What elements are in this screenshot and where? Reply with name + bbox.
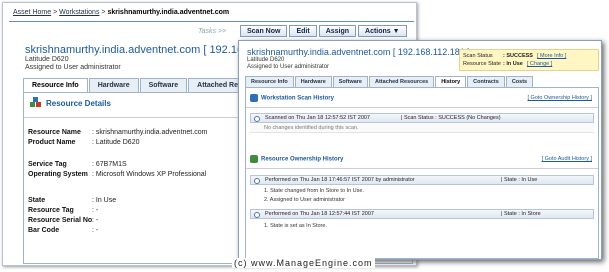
tab-hardware[interactable]: Hardware bbox=[294, 76, 332, 87]
entry-item: 1. State changed from In Store to In Use… bbox=[264, 188, 364, 194]
tab-software[interactable]: Software bbox=[139, 78, 188, 92]
expand-circle-icon[interactable] bbox=[254, 115, 260, 122]
field-value: : Microsoft Windows XP Professional bbox=[92, 171, 207, 178]
page-title: skrishnamurthy.india.adventnet.com [ 192… bbox=[247, 47, 470, 57]
action-toolbar: Scan Now Edit Assign Actions ▼ bbox=[240, 25, 407, 37]
expand-circle-icon[interactable] bbox=[254, 177, 260, 184]
breadcrumb: Asset Home > Workstations > skrishnamurt… bbox=[13, 9, 229, 16]
edit-button[interactable]: Edit bbox=[289, 25, 317, 37]
page-title: skrishnamurthy.india.adventnet.com [ 192… bbox=[25, 44, 259, 56]
entry-performed: Performed on Thu Jan 18 12:57:44 IST 200… bbox=[265, 211, 374, 217]
resource-state-value: : In Use bbox=[503, 61, 523, 67]
ownership-icon bbox=[250, 155, 258, 163]
tab-software[interactable]: Software bbox=[332, 76, 368, 87]
resource-cubes-icon bbox=[30, 97, 41, 107]
tab-hardware[interactable]: Hardware bbox=[88, 78, 139, 92]
history-window: skrishnamurthy.india.adventnet.com [ 192… bbox=[238, 40, 602, 260]
ownership-entry-row[interactable]: Performed on Thu Jan 18 17:46:57 IST 200… bbox=[250, 175, 594, 185]
field-label: Operating System bbox=[28, 171, 88, 178]
scan-status-value: : SUCCESS bbox=[503, 53, 533, 59]
tab-resource-info[interactable]: Resource Info bbox=[245, 76, 294, 87]
field-label: Resource Tag bbox=[28, 207, 74, 214]
breadcrumb-separator: > bbox=[101, 9, 106, 16]
entry-performed: Performed on Thu Jan 18 17:46:57 IST 200… bbox=[265, 177, 415, 183]
assign-button[interactable]: Assign bbox=[318, 25, 357, 37]
field-value: : 67B7M1S bbox=[92, 161, 127, 168]
field-label: Resource Name bbox=[28, 129, 81, 136]
tab-bar: Resource Info Hardware Software Attached… bbox=[245, 76, 534, 87]
divider bbox=[246, 168, 598, 169]
status-box: Scan Status : SUCCESS [ More Info ] Resour… bbox=[459, 49, 599, 71]
ownership-history-heading: Resource Ownership History bbox=[250, 155, 343, 163]
resource-state-label: Resource State bbox=[463, 61, 501, 67]
model-text: Latitude D620 bbox=[247, 57, 285, 63]
field-value: : skrishnamurthy.india.adventnet.com bbox=[92, 129, 208, 136]
goto-ownership-history-link[interactable]: [ Goto Ownership History ] bbox=[528, 95, 593, 101]
tab-costs[interactable]: Costs bbox=[505, 76, 534, 87]
breadcrumb-separator: > bbox=[53, 9, 58, 16]
tab-history[interactable]: History bbox=[435, 76, 467, 87]
assigned-text: Assigned to User administrator bbox=[25, 64, 121, 71]
model-text: Latitude D620 bbox=[25, 56, 69, 63]
ownership-history-title: Resource Ownership History bbox=[261, 156, 344, 163]
scan-row-status: | Scan Status : SUCCESS (No Changes) bbox=[401, 115, 501, 121]
field-value: : Latitude D620 bbox=[92, 139, 140, 146]
scan-icon bbox=[250, 94, 258, 102]
actions-dropdown[interactable]: Actions ▼ bbox=[358, 25, 407, 37]
field-label: State bbox=[28, 197, 46, 204]
scan-history-heading: Workstation Scan History bbox=[250, 94, 334, 102]
field-value: : In Use bbox=[92, 197, 117, 204]
field-label: Bar Code bbox=[28, 227, 60, 234]
scan-status-label: Scan Status bbox=[463, 53, 493, 59]
scan-history-title: Workstation Scan History bbox=[261, 95, 334, 102]
tab-resource-info[interactable]: Resource Info bbox=[23, 78, 88, 92]
breadcrumb-workstations[interactable]: Workstations bbox=[59, 9, 99, 16]
section-title: Resource Details bbox=[46, 99, 111, 108]
scan-now-button[interactable]: Scan Now bbox=[240, 25, 288, 37]
breadcrumb-asset-home[interactable]: Asset Home bbox=[13, 9, 51, 16]
tab-bar: Resource Info Hardware Software Attached… bbox=[23, 78, 256, 92]
copyright-watermark: (c) www.ManageEngine.com bbox=[232, 258, 375, 268]
field-label: Product Name bbox=[28, 139, 76, 146]
entry-item: 1. State is set as In Store. bbox=[264, 223, 327, 229]
entry-state: | State : In Store bbox=[501, 211, 541, 217]
divider bbox=[246, 107, 598, 108]
change-state-link[interactable]: [ Change ] bbox=[527, 60, 552, 68]
ownership-entry-row[interactable]: Performed on Thu Jan 18 12:57:44 IST 200… bbox=[250, 209, 594, 219]
history-panel: Workstation Scan History [ Goto Ownershi… bbox=[245, 87, 599, 259]
entry-item: 2. Assigned to User administrator bbox=[264, 197, 346, 203]
expand-circle-icon[interactable] bbox=[254, 211, 260, 218]
scan-row-date: Scanned on Thu Jan 18 12:57:52 IST 2007 bbox=[265, 115, 370, 121]
more-info-link[interactable]: [ More Info ] bbox=[537, 52, 566, 60]
tab-attached-resources[interactable]: Attached Resources bbox=[369, 76, 435, 87]
goto-audit-history-link[interactable]: [ Goto Audit History ] bbox=[542, 156, 592, 162]
field-label: Service Tag bbox=[28, 161, 67, 168]
field-value: : - bbox=[92, 227, 99, 234]
divider bbox=[9, 21, 414, 22]
field-value: : - bbox=[92, 207, 99, 214]
scan-history-note: No changes identified during this scan. bbox=[250, 124, 594, 133]
field-label: Resource Serial No bbox=[28, 217, 93, 224]
scan-history-row[interactable]: Scanned on Thu Jan 18 12:57:52 IST 2007 |… bbox=[250, 113, 594, 123]
entry-state: | State : In Use bbox=[501, 177, 538, 183]
breadcrumb-current: skrishnamurthy.india.adventnet.com bbox=[107, 9, 230, 16]
field-value: : - bbox=[92, 217, 99, 224]
tasks-label[interactable]: Tasks >> bbox=[198, 28, 226, 35]
assigned-text: Assigned to User administrator bbox=[247, 64, 330, 70]
tab-contracts[interactable]: Contracts bbox=[467, 76, 505, 87]
